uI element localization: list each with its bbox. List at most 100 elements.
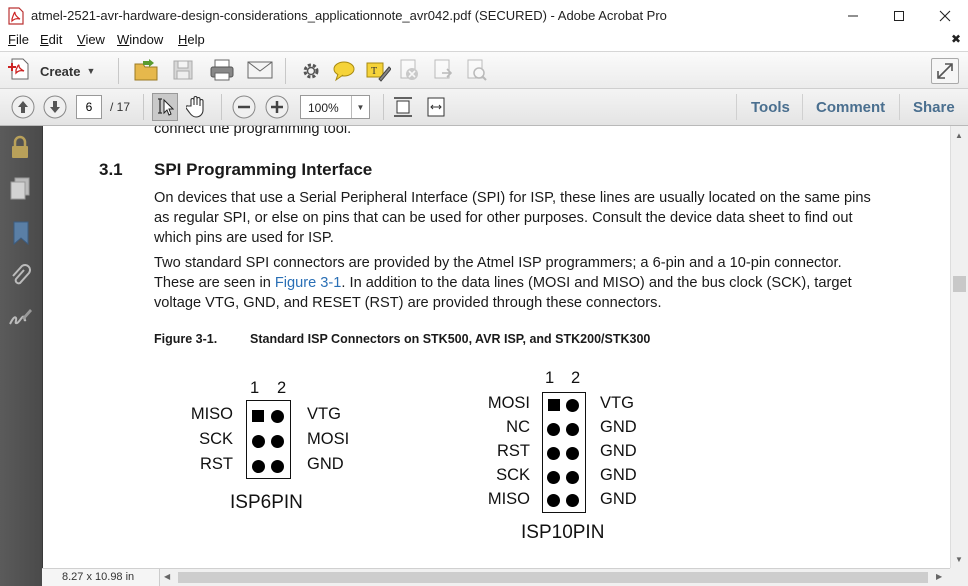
vertical-scrollbar[interactable]: ▲ ▼ [950,126,968,568]
page-total: / 17 [110,100,131,114]
hand-tool-icon[interactable] [185,95,208,124]
maximize-button[interactable] [876,0,922,31]
page-thumbnails-icon[interactable] [9,177,31,206]
select-tool-icon[interactable] [152,93,178,121]
toolbar-separator [802,94,803,120]
pin-label: MISO [487,490,530,508]
scroll-up-arrow-icon[interactable]: ▲ [955,131,963,140]
toolbar-separator [221,94,222,120]
signatures-icon[interactable] [8,306,34,335]
pin-dot [547,494,560,507]
figure-caption: Standard ISP Connectors on STK500, AVR I… [250,332,651,346]
pin-label: NC [506,418,530,436]
highlight-text-icon[interactable]: T [365,59,392,88]
previous-page-icon[interactable] [11,95,35,124]
close-document-icon[interactable]: ✖ [951,32,961,46]
figure-label: Figure 3-1. [154,332,218,346]
close-window-button[interactable] [922,0,968,31]
page-export-icon[interactable] [432,59,454,86]
chevron-down-icon[interactable]: ▼ [351,96,369,118]
create-button[interactable]: Create ▼ [8,57,108,85]
zoom-select[interactable]: 100% ▼ [300,95,370,119]
fit-page-icon[interactable] [393,96,413,123]
pin-column-number: 1 [545,369,555,387]
open-folder-icon[interactable] [133,58,159,87]
pin-dot [566,471,579,484]
paragraph-line: On devices that use a Serial Peripheral … [154,190,871,206]
menu-window[interactable]: Window [117,32,163,47]
chevron-down-icon: ▼ [86,66,96,76]
page-number-input[interactable] [76,95,102,119]
menu-file[interactable]: File [8,32,29,47]
page-delete-icon[interactable] [398,59,420,86]
attachments-paperclip-icon[interactable] [9,263,31,294]
pin-dot [271,460,284,473]
menu-bar: File Edit View Window Help ✖ [0,31,968,51]
pin-label: SCK [199,430,233,448]
horizontal-scrollbar[interactable]: 8.27 x 10.98 in ◀ ▶ [42,568,950,586]
pin-dot [271,410,284,423]
pin-label: RST [497,442,530,460]
print-icon[interactable] [209,58,235,87]
pin-label: SCK [496,466,530,484]
pin-dot [271,435,284,448]
zoom-in-icon[interactable] [265,95,289,124]
toolbar-separator [118,58,119,84]
fit-width-icon[interactable] [426,96,446,123]
pin-label: GND [600,442,637,460]
window-title: atmel-2521-avr-hardware-design-considera… [31,8,667,23]
pdf-file-icon [8,7,24,25]
pin-dot [547,471,560,484]
toolbar-separator [143,94,144,120]
acrobat-window: atmel-2521-avr-hardware-design-considera… [0,0,968,586]
menu-help[interactable]: Help [178,32,205,47]
email-icon[interactable] [247,60,273,85]
menu-edit[interactable]: Edit [40,32,62,47]
paragraph-line: as regular SPI, or else on pins that can… [154,210,853,226]
paragraph-line: voltage VTG, GND, and RESET (RST) are pr… [154,295,662,311]
fullscreen-expand-icon[interactable] [931,58,959,84]
pin-label: VTG [307,405,341,423]
isp10-header-outline [542,392,586,513]
pin-column-number: 2 [277,379,287,397]
isp10-connector-diagram: 1 2 MOSI NC RST SCK MISO VTG GND GND GND… [483,368,663,548]
connector-name: ISP10PIN [521,522,605,543]
comment-bubble-icon[interactable] [332,60,356,87]
comment-pane-button[interactable]: Comment [816,99,885,116]
body-text-fragment: connect the programming tool. [154,126,352,137]
figure-link[interactable]: Figure 3-1 [275,275,342,291]
minimize-button[interactable] [830,0,876,31]
pin-label: GND [600,466,637,484]
bookmarks-icon[interactable] [11,220,31,251]
pin-dot [547,447,560,460]
pin-dot [547,423,560,436]
svg-text:T: T [371,66,377,77]
pin-label: GND [600,490,637,508]
zoom-out-icon[interactable] [232,95,256,124]
tools-pane-button[interactable]: Tools [751,99,790,116]
pin-label: GND [307,455,344,473]
share-pane-button[interactable]: Share [913,99,955,116]
settings-gear-icon[interactable] [300,60,322,87]
pin-label: VTG [600,394,634,412]
pin-dot [566,494,579,507]
navigation-toolbar: / 17 100% ▼ Tools Comment Share [0,89,968,126]
pin-label: MOSI [487,394,530,412]
pin-dot [566,399,579,412]
pin-column-number: 1 [250,379,260,397]
pin-1-square [252,410,264,422]
scroll-down-arrow-icon[interactable]: ▼ [955,555,963,564]
horizontal-scroll-thumb[interactable] [178,572,928,583]
save-icon[interactable] [172,59,194,86]
toolbar-separator [736,94,737,120]
scroll-left-arrow-icon[interactable]: ◀ [164,572,170,581]
zoom-value: 100% [308,101,339,115]
security-lock-icon[interactable] [9,135,31,164]
scroll-thumb[interactable] [953,276,966,292]
scrollbar-corner [950,568,968,586]
menu-view[interactable]: View [77,32,105,47]
scroll-right-arrow-icon[interactable]: ▶ [936,572,942,581]
section-number: 3.1 [99,160,123,179]
page-search-icon[interactable] [465,59,487,86]
next-page-icon[interactable] [43,95,67,124]
